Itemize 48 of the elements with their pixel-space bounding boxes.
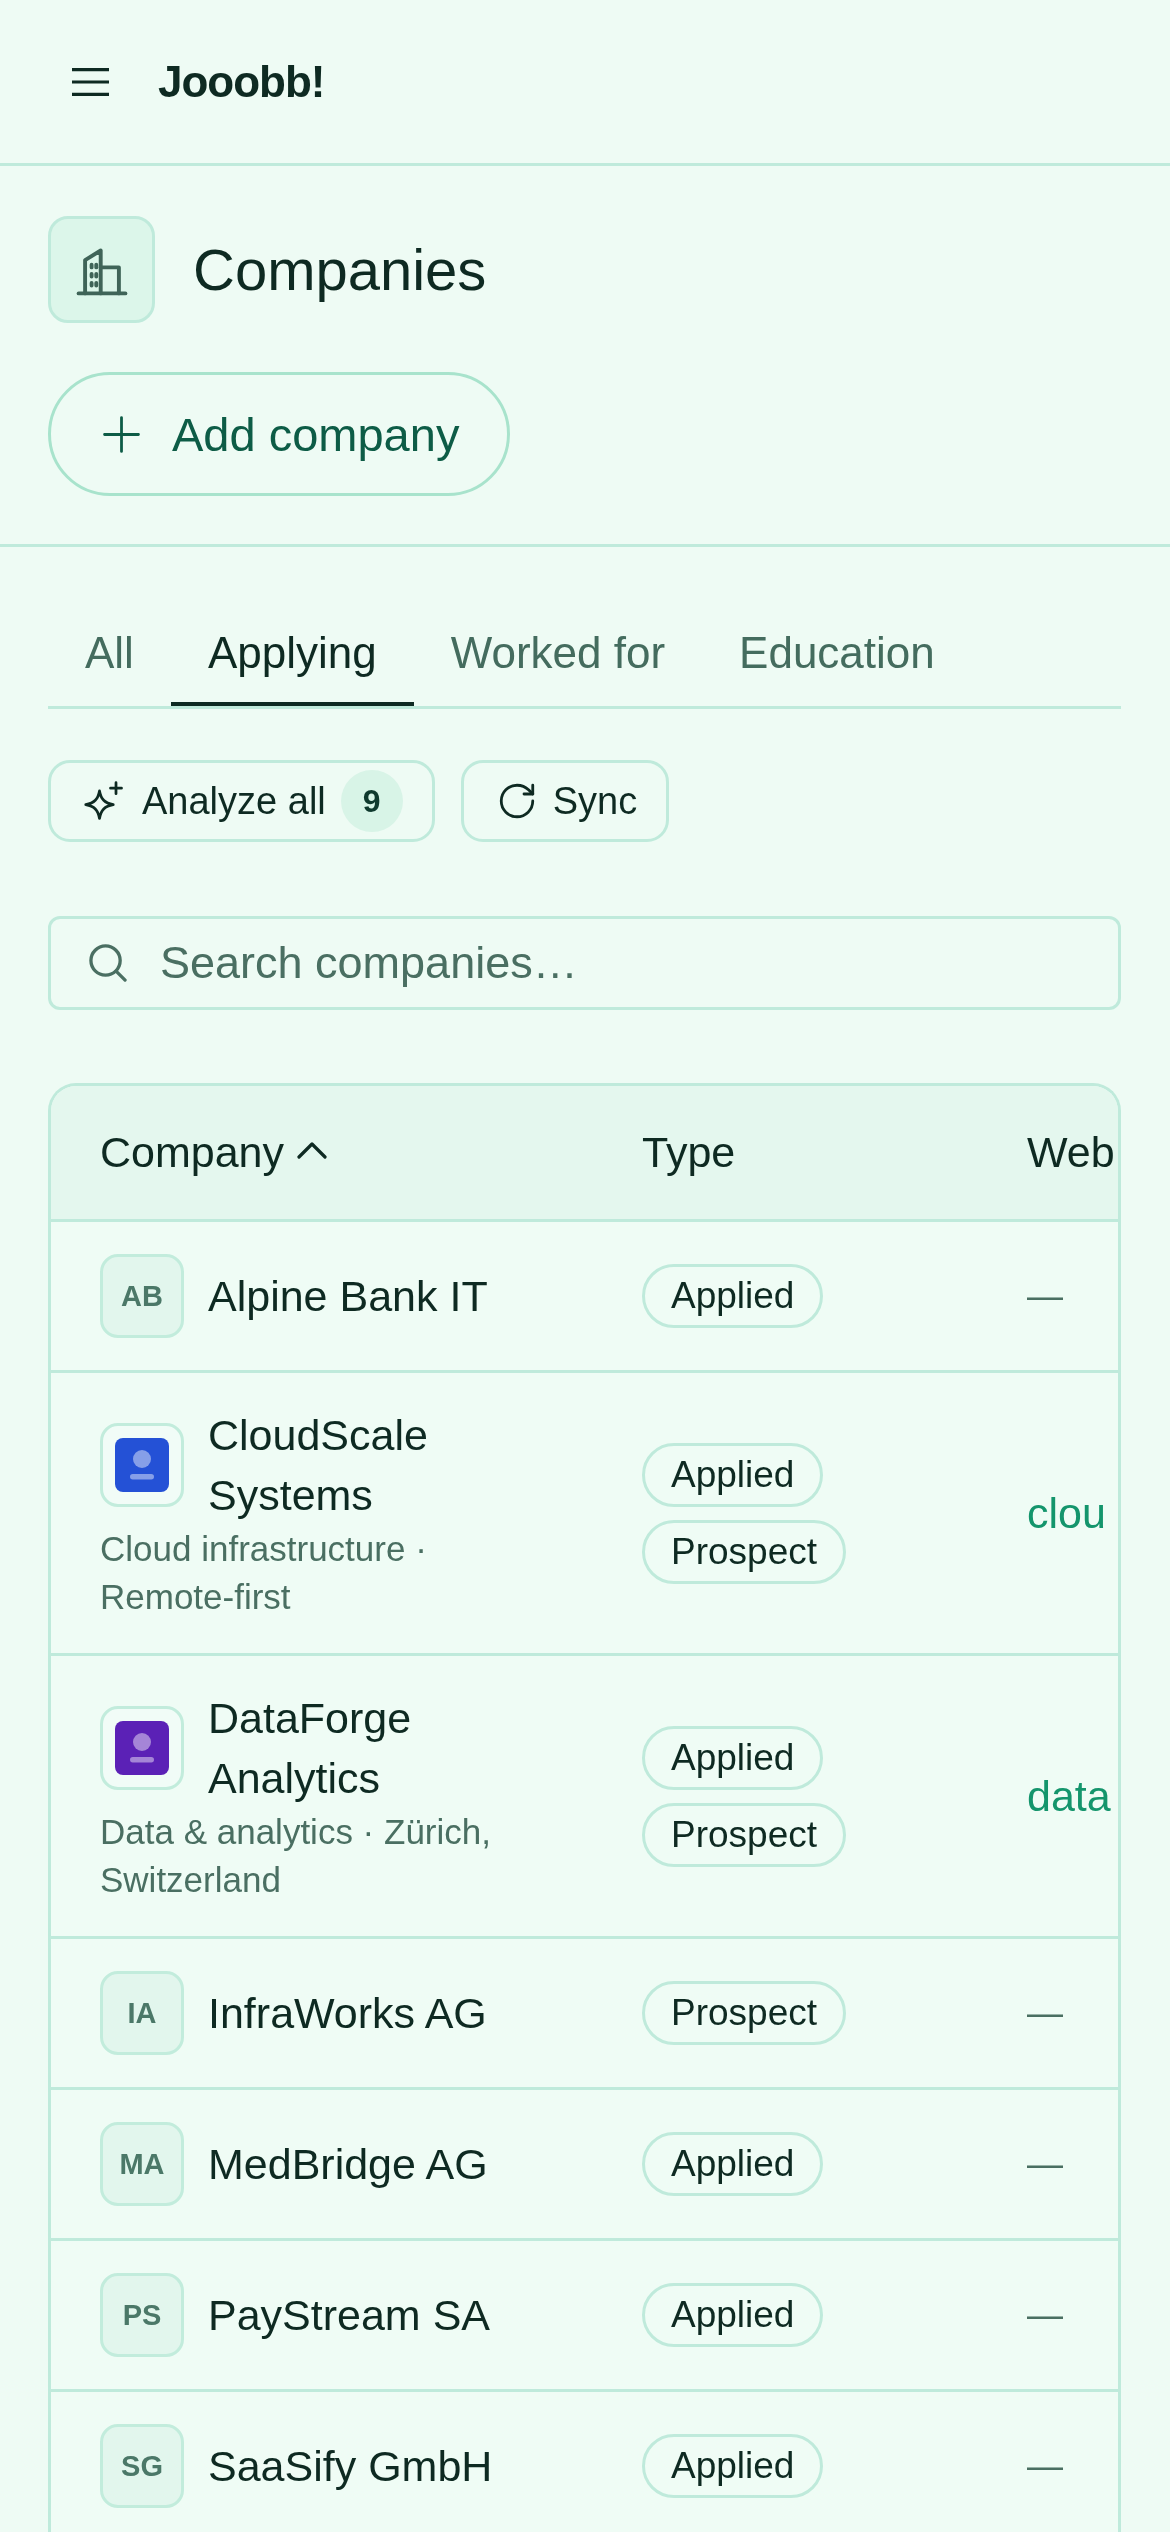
search-icon xyxy=(88,943,127,982)
tab[interactable]: Applying xyxy=(170,606,414,706)
column-header[interactable]: Web xyxy=(1027,1128,1115,1177)
company-name: DataForge Analytics xyxy=(208,1693,413,1804)
company-name: MedBridge AG xyxy=(208,2139,488,2190)
app-title: Jooobb! xyxy=(158,56,325,107)
type-tag: Applied xyxy=(642,2132,824,2196)
company-description: Data & analytics · Zürich, Switzerland xyxy=(100,1811,492,1901)
initials-avatar: PS xyxy=(100,2273,184,2357)
menu-icon[interactable] xyxy=(72,67,109,96)
column-header[interactable]: Type xyxy=(642,1128,736,1177)
empty-value: — xyxy=(1027,2294,1063,2336)
count-badge: 9 xyxy=(340,770,403,832)
type-tag: Applied xyxy=(642,1725,824,1790)
type-tag: Applied xyxy=(642,2434,824,2498)
analyze-all-button[interactable]: Analyze all 9 xyxy=(48,760,435,842)
initials-avatar: AB xyxy=(100,1254,184,1338)
company-name: Alpine Bank IT xyxy=(208,1271,488,1322)
website-link[interactable]: clou xyxy=(1027,1488,1106,1538)
initials-avatar: MA xyxy=(100,2122,184,2206)
type-tag: Applied xyxy=(642,1442,824,1507)
page-title: Companies xyxy=(193,236,487,303)
company-name: CloudScale Systems xyxy=(208,1410,429,1521)
company-name: PayStream SA xyxy=(208,2290,490,2341)
initials-avatar: SG xyxy=(100,2424,184,2508)
building-icon xyxy=(48,216,155,323)
company-name: InfraWorks AG xyxy=(208,1988,487,2039)
type-tag: Prospect xyxy=(642,1802,846,1867)
empty-value: — xyxy=(1027,1275,1063,1317)
type-tag: Applied xyxy=(642,2283,824,2347)
initials-avatar: IA xyxy=(100,1971,184,2055)
add-company-button[interactable]: Add company xyxy=(48,372,511,496)
plus-icon xyxy=(103,415,140,453)
search-field[interactable]: Search companies… xyxy=(48,916,1121,1010)
empty-value: — xyxy=(1027,2143,1063,2185)
column-header[interactable]: Company xyxy=(100,1128,328,1177)
type-tag: Applied xyxy=(642,1264,824,1328)
tab[interactable]: Education xyxy=(702,606,972,706)
company-description: Cloud infrastructure · Remote-first xyxy=(100,1528,428,1618)
company-name: SaaSify GmbH xyxy=(208,2441,493,2492)
empty-value: — xyxy=(1027,1992,1063,2034)
tab[interactable]: Worked for xyxy=(413,606,703,706)
empty-value: — xyxy=(1027,2445,1063,2487)
website-link[interactable]: data xyxy=(1027,1771,1111,1821)
type-tag: Prospect xyxy=(642,1981,846,2045)
tab[interactable]: All xyxy=(48,606,171,706)
type-tag: Prospect xyxy=(642,1519,846,1584)
sync-button[interactable]: Sync xyxy=(460,760,670,842)
